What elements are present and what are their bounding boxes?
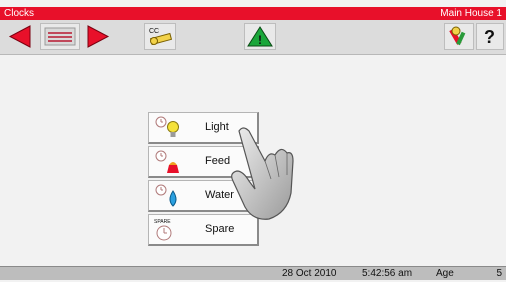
- status-bar: 28 Oct 2010 5:42:56 am Age 5: [0, 266, 506, 280]
- cc-text: CC: [149, 28, 159, 35]
- arrow-right-icon: [87, 25, 110, 48]
- list-button[interactable]: [40, 23, 80, 50]
- cc-key-icon: CC: [149, 28, 173, 46]
- spare-badge: SPARE: [154, 219, 171, 225]
- help-button[interactable]: ?: [476, 23, 504, 50]
- toolbar: CC ! ?: [0, 20, 506, 55]
- keys-icon: [449, 26, 466, 46]
- screen: Clocks Main House 1 CC ! ? Light Feed Wa…: [0, 0, 506, 282]
- warning-triangle-icon: !: [247, 26, 273, 47]
- screen-title: Clocks: [4, 8, 35, 19]
- age-label: Age: [436, 268, 454, 279]
- water-drop-clock-icon: [155, 184, 177, 207]
- arrow-left-icon: [8, 25, 31, 48]
- warning-mark: !: [258, 33, 262, 47]
- title-bar: Clocks Main House 1: [0, 7, 506, 20]
- status-time: 5:42:56 am: [362, 268, 413, 279]
- help-mark: ?: [484, 27, 495, 47]
- previous-button[interactable]: [8, 23, 32, 50]
- cc-key-button[interactable]: CC: [144, 23, 176, 50]
- feed-clock-icon: [155, 150, 179, 173]
- house-name: Main House 1: [440, 8, 502, 19]
- spare-label: Spare: [205, 223, 235, 235]
- light-bulb-clock-icon: [155, 116, 179, 137]
- pointing-hand-icon: [231, 127, 294, 220]
- keys-button[interactable]: [444, 23, 474, 50]
- list-panel-icon: [44, 27, 76, 46]
- spare-clock-icon: SPARE: [154, 219, 172, 241]
- main-area: Light Feed Water SPARE Spare: [0, 55, 506, 265]
- next-button[interactable]: [85, 23, 111, 50]
- status-date: 28 Oct 2010: [282, 268, 337, 279]
- help-icon: ?: [484, 27, 495, 47]
- alarm-button[interactable]: !: [244, 23, 276, 50]
- age-value: 5: [496, 268, 502, 279]
